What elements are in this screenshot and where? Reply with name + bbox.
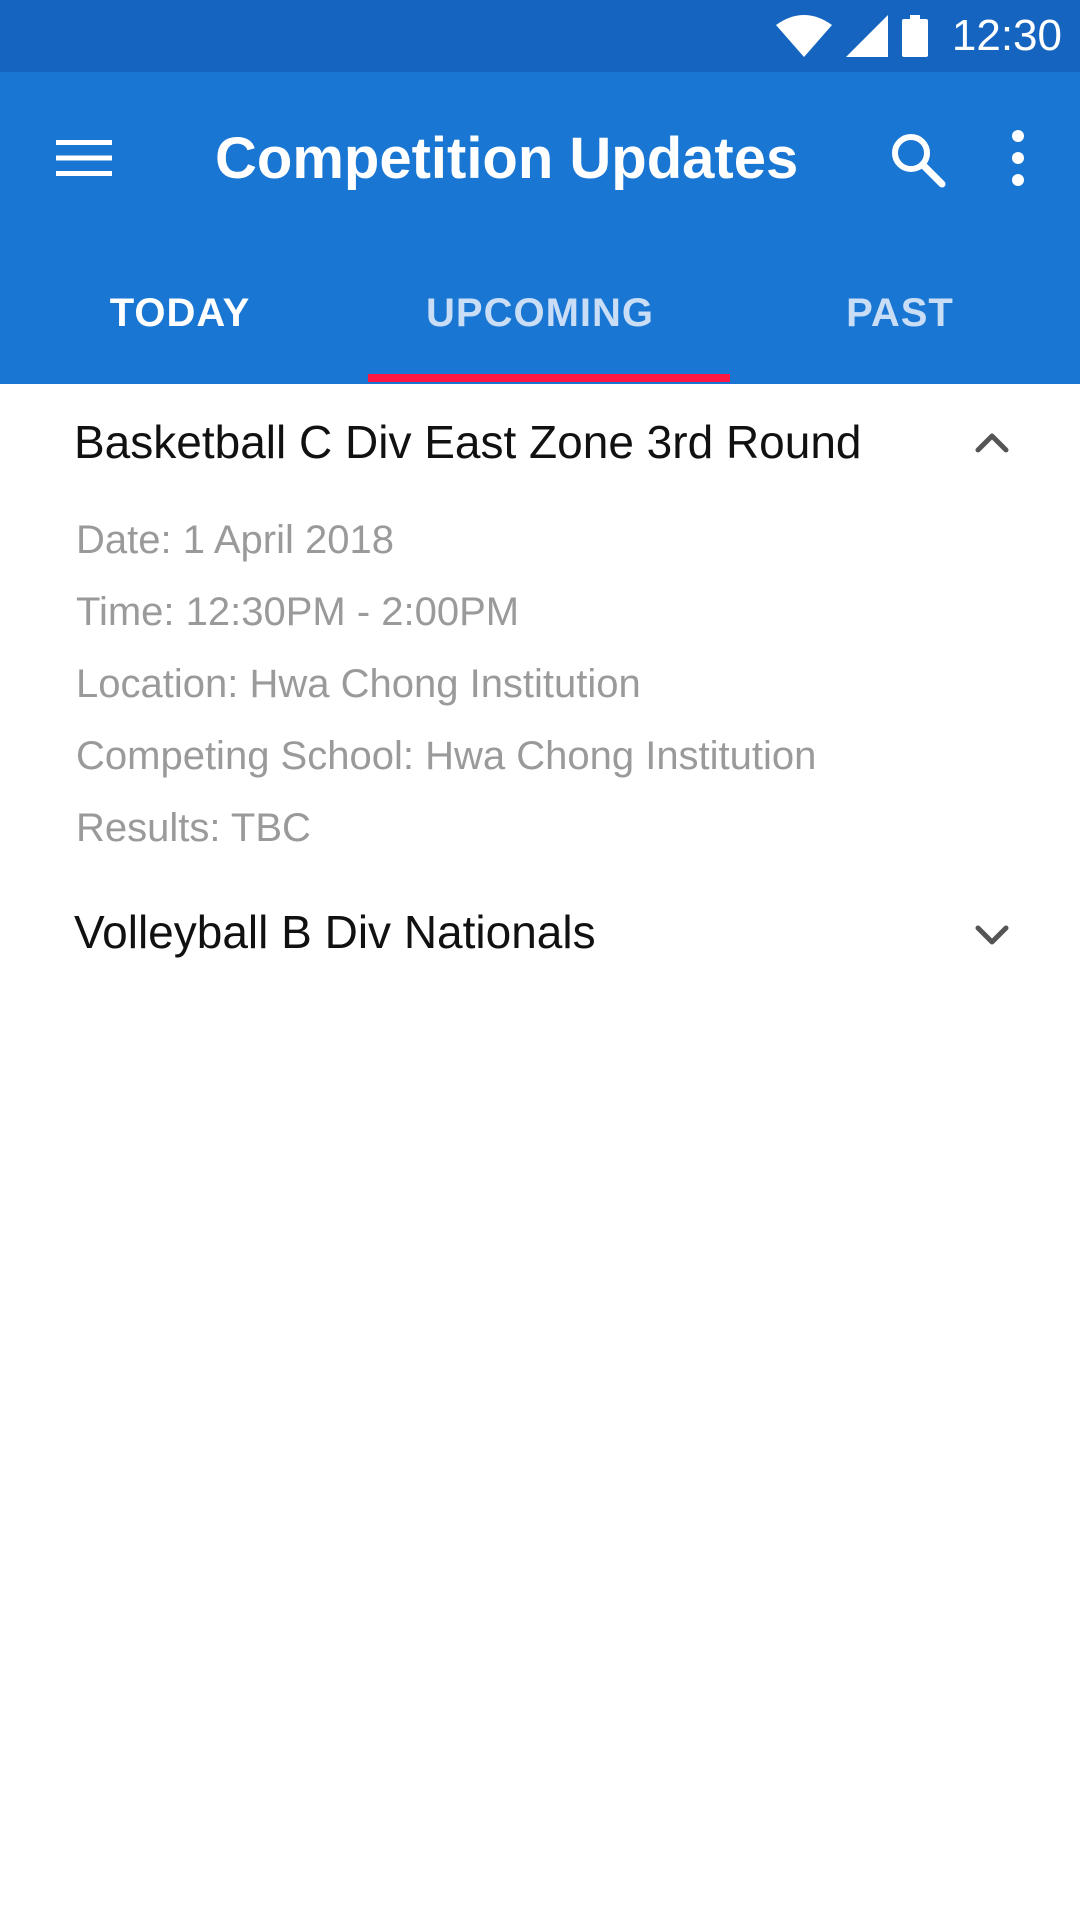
app-bar: Competition Updates TODAY UPCOMING PAST (0, 72, 1080, 384)
competition-header[interactable]: Volleyball B Div Nationals (0, 874, 1080, 994)
tab-selected-indicator (368, 374, 730, 382)
tab-upcoming[interactable]: UPCOMING (360, 242, 720, 384)
menu-icon[interactable] (56, 138, 112, 178)
chevron-down-icon[interactable] (968, 910, 1016, 958)
more-vert-icon[interactable] (1000, 128, 1036, 188)
detail-date: Date: 1 April 2018 (76, 518, 394, 562)
competition-details: Date: 1 April 2018 Time: 12:30PM - 2:00P… (0, 504, 1080, 864)
competition-title: Volleyball B Div Nationals (74, 906, 596, 958)
chevron-up-icon[interactable] (968, 420, 1016, 468)
tab-past[interactable]: PAST (720, 242, 1080, 384)
page-title: Competition Updates (215, 126, 799, 191)
toolbar: Competition Updates (0, 72, 1080, 242)
status-bar: 12:30 (0, 0, 1080, 72)
status-time: 12:30 (951, 11, 1062, 60)
competition-item: Volleyball B Div Nationals (0, 874, 1080, 994)
signal-icon (845, 15, 888, 57)
tab-bar: TODAY UPCOMING PAST (0, 242, 1080, 384)
search-icon[interactable] (888, 130, 948, 190)
battery-icon (901, 15, 928, 57)
competition-item: Basketball C Div East Zone 3rd Round Dat… (0, 384, 1080, 864)
status-icons: 12:30 (775, 0, 1062, 72)
detail-results: Results: TBC (76, 806, 311, 850)
wifi-icon (775, 15, 832, 57)
tab-today[interactable]: TODAY (0, 242, 360, 384)
detail-competing-school: Competing School: Hwa Chong Institution (76, 734, 817, 778)
detail-time: Time: 12:30PM - 2:00PM (76, 590, 520, 634)
competition-header[interactable]: Basketball C Div East Zone 3rd Round (0, 384, 1080, 504)
competition-title: Basketball C Div East Zone 3rd Round (74, 416, 862, 468)
detail-location: Location: Hwa Chong Institution (76, 662, 641, 706)
competition-list: Basketball C Div East Zone 3rd Round Dat… (0, 384, 1080, 994)
